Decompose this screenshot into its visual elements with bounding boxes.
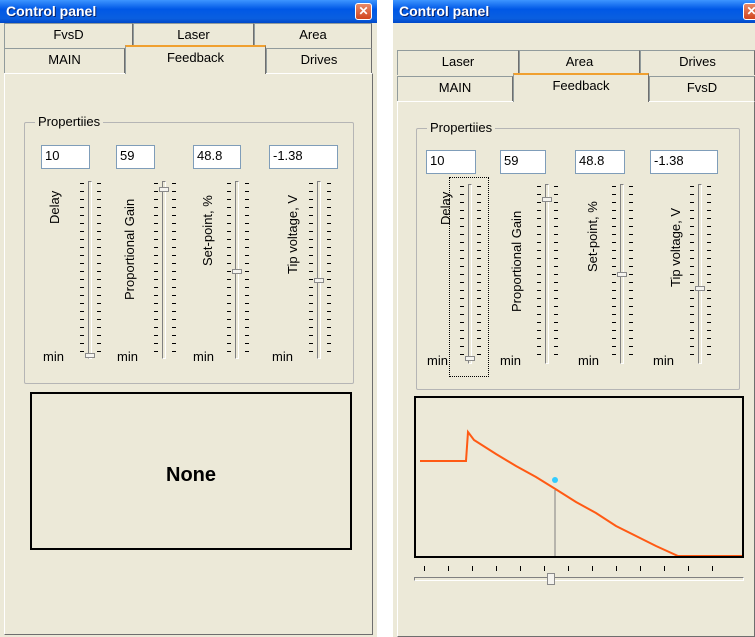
set-point-label: Set-point, % bbox=[585, 201, 600, 272]
delay-slider-thumb[interactable] bbox=[465, 356, 475, 361]
proportional-gain-slider-track[interactable] bbox=[545, 184, 549, 364]
title-bar[interactable]: Control panel ✕ bbox=[0, 0, 377, 23]
tip-voltage-ticks-left bbox=[690, 186, 694, 362]
proportional-gain-label: Proportional Gain bbox=[122, 198, 137, 300]
delay-min-label: min bbox=[427, 353, 448, 368]
proportional-gain-ticks-left bbox=[537, 186, 541, 362]
delay-slider-track[interactable] bbox=[88, 181, 92, 359]
tab-main[interactable]: MAIN bbox=[4, 48, 125, 74]
tip-voltage-ticks-left bbox=[309, 183, 313, 358]
tab-area[interactable]: Area bbox=[254, 23, 372, 48]
tip-voltage-slider-track[interactable] bbox=[698, 184, 702, 364]
close-icon: ✕ bbox=[358, 4, 369, 18]
control-panel-window-right: Control panel ✕ Laser Area Drives MAIN F… bbox=[393, 0, 755, 637]
close-button[interactable]: ✕ bbox=[743, 3, 755, 20]
group-title: Propertiies bbox=[35, 114, 104, 129]
delay-label: Delay bbox=[47, 190, 62, 224]
proportional-gain-slider-thumb[interactable] bbox=[159, 187, 169, 192]
proportional-gain-slider-thumb[interactable] bbox=[542, 197, 552, 202]
proportional-gain-min-label: min bbox=[500, 353, 521, 368]
graph-slider-thumb[interactable] bbox=[547, 573, 555, 585]
close-button[interactable]: ✕ bbox=[355, 3, 372, 20]
tip-voltage-label: Tip voltage, V bbox=[668, 207, 683, 287]
tab-feedback[interactable]: Feedback bbox=[513, 73, 649, 102]
set-point-min-label: min bbox=[193, 349, 214, 364]
graph-slider[interactable] bbox=[414, 566, 744, 590]
set-point-input[interactable]: 48.8 bbox=[575, 150, 625, 174]
title-bar[interactable]: Control panel ✕ bbox=[393, 0, 755, 23]
set-point-ticks-left bbox=[612, 186, 616, 362]
feedback-tab-page: Propertiies 10 Delay min 59 Proportional… bbox=[4, 73, 373, 635]
delay-input[interactable]: 10 bbox=[426, 150, 476, 174]
proportional-gain-slider-track[interactable] bbox=[162, 181, 166, 359]
proportional-gain-input[interactable]: 59 bbox=[500, 150, 546, 174]
proportional-gain-ticks-right bbox=[172, 183, 176, 358]
tab-fvsd[interactable]: FvsD bbox=[4, 23, 133, 48]
tab-feedback[interactable]: Feedback bbox=[125, 45, 266, 74]
display-area: None bbox=[30, 392, 352, 550]
tip-voltage-slider-thumb[interactable] bbox=[695, 286, 705, 291]
set-point-ticks-right bbox=[245, 183, 249, 358]
graph-slider-ticks bbox=[424, 566, 734, 571]
tip-voltage-label: Tip voltage, V bbox=[285, 194, 300, 274]
set-point-ticks-right bbox=[629, 186, 633, 362]
window-title: Control panel bbox=[399, 3, 490, 19]
signal-graph-plot bbox=[420, 429, 742, 556]
graph-slider-track[interactable] bbox=[414, 577, 744, 581]
delay-input[interactable]: 10 bbox=[41, 145, 90, 169]
delay-min-label: min bbox=[43, 349, 64, 364]
set-point-slider-thumb[interactable] bbox=[232, 269, 242, 274]
signal-curve bbox=[420, 429, 742, 556]
proportional-gain-min-label: min bbox=[117, 349, 138, 364]
tip-voltage-min-label: min bbox=[653, 353, 674, 368]
tip-voltage-min-label: min bbox=[272, 349, 293, 364]
tip-voltage-slider-thumb[interactable] bbox=[314, 278, 324, 283]
proportional-gain-ticks-left bbox=[154, 183, 158, 358]
signal-graph bbox=[414, 396, 744, 558]
tab-laser[interactable]: Laser bbox=[397, 50, 519, 75]
tip-voltage-input[interactable]: -1.38 bbox=[269, 145, 338, 169]
tip-voltage-slider-track[interactable] bbox=[317, 181, 321, 359]
tab-fvsd[interactable]: FvsD bbox=[649, 76, 755, 102]
delay-ticks-left bbox=[80, 183, 84, 358]
proportional-gain-label: Proportional Gain bbox=[509, 210, 524, 312]
group-title: Propertiies bbox=[427, 120, 496, 135]
tab-area[interactable]: Area bbox=[519, 50, 640, 75]
delay-ticks-left bbox=[460, 186, 464, 362]
set-point-label: Set-point, % bbox=[200, 195, 215, 266]
feedback-tab-page: Propertiies 10 Delay min 59 Proportional… bbox=[397, 101, 755, 637]
tab-drives[interactable]: Drives bbox=[640, 50, 755, 75]
tip-voltage-input[interactable]: -1.38 bbox=[650, 150, 718, 174]
set-point-slider-thumb[interactable] bbox=[617, 272, 627, 277]
window-title: Control panel bbox=[6, 3, 97, 19]
delay-slider-thumb[interactable] bbox=[85, 353, 95, 358]
set-point-min-label: min bbox=[578, 353, 599, 368]
delay-ticks-right bbox=[97, 183, 101, 358]
set-point-input[interactable]: 48.8 bbox=[193, 145, 241, 169]
delay-slider-track[interactable] bbox=[468, 184, 472, 364]
tip-voltage-ticks-right bbox=[707, 186, 711, 362]
display-none-text: None bbox=[166, 464, 216, 486]
proportional-gain-ticks-right bbox=[554, 186, 558, 362]
set-point-ticks-left bbox=[227, 183, 231, 358]
delay-ticks-right bbox=[477, 186, 481, 362]
tip-voltage-ticks-right bbox=[327, 183, 331, 358]
delay-label: Delay bbox=[438, 191, 453, 225]
tab-drives[interactable]: Drives bbox=[266, 48, 372, 74]
control-panel-window-left: Control panel ✕ FvsD Laser Area MAIN Fee… bbox=[0, 0, 377, 637]
cursor-marker bbox=[552, 477, 558, 483]
proportional-gain-input[interactable]: 59 bbox=[116, 145, 155, 169]
close-icon: ✕ bbox=[746, 4, 755, 18]
tab-main[interactable]: MAIN bbox=[397, 76, 513, 102]
